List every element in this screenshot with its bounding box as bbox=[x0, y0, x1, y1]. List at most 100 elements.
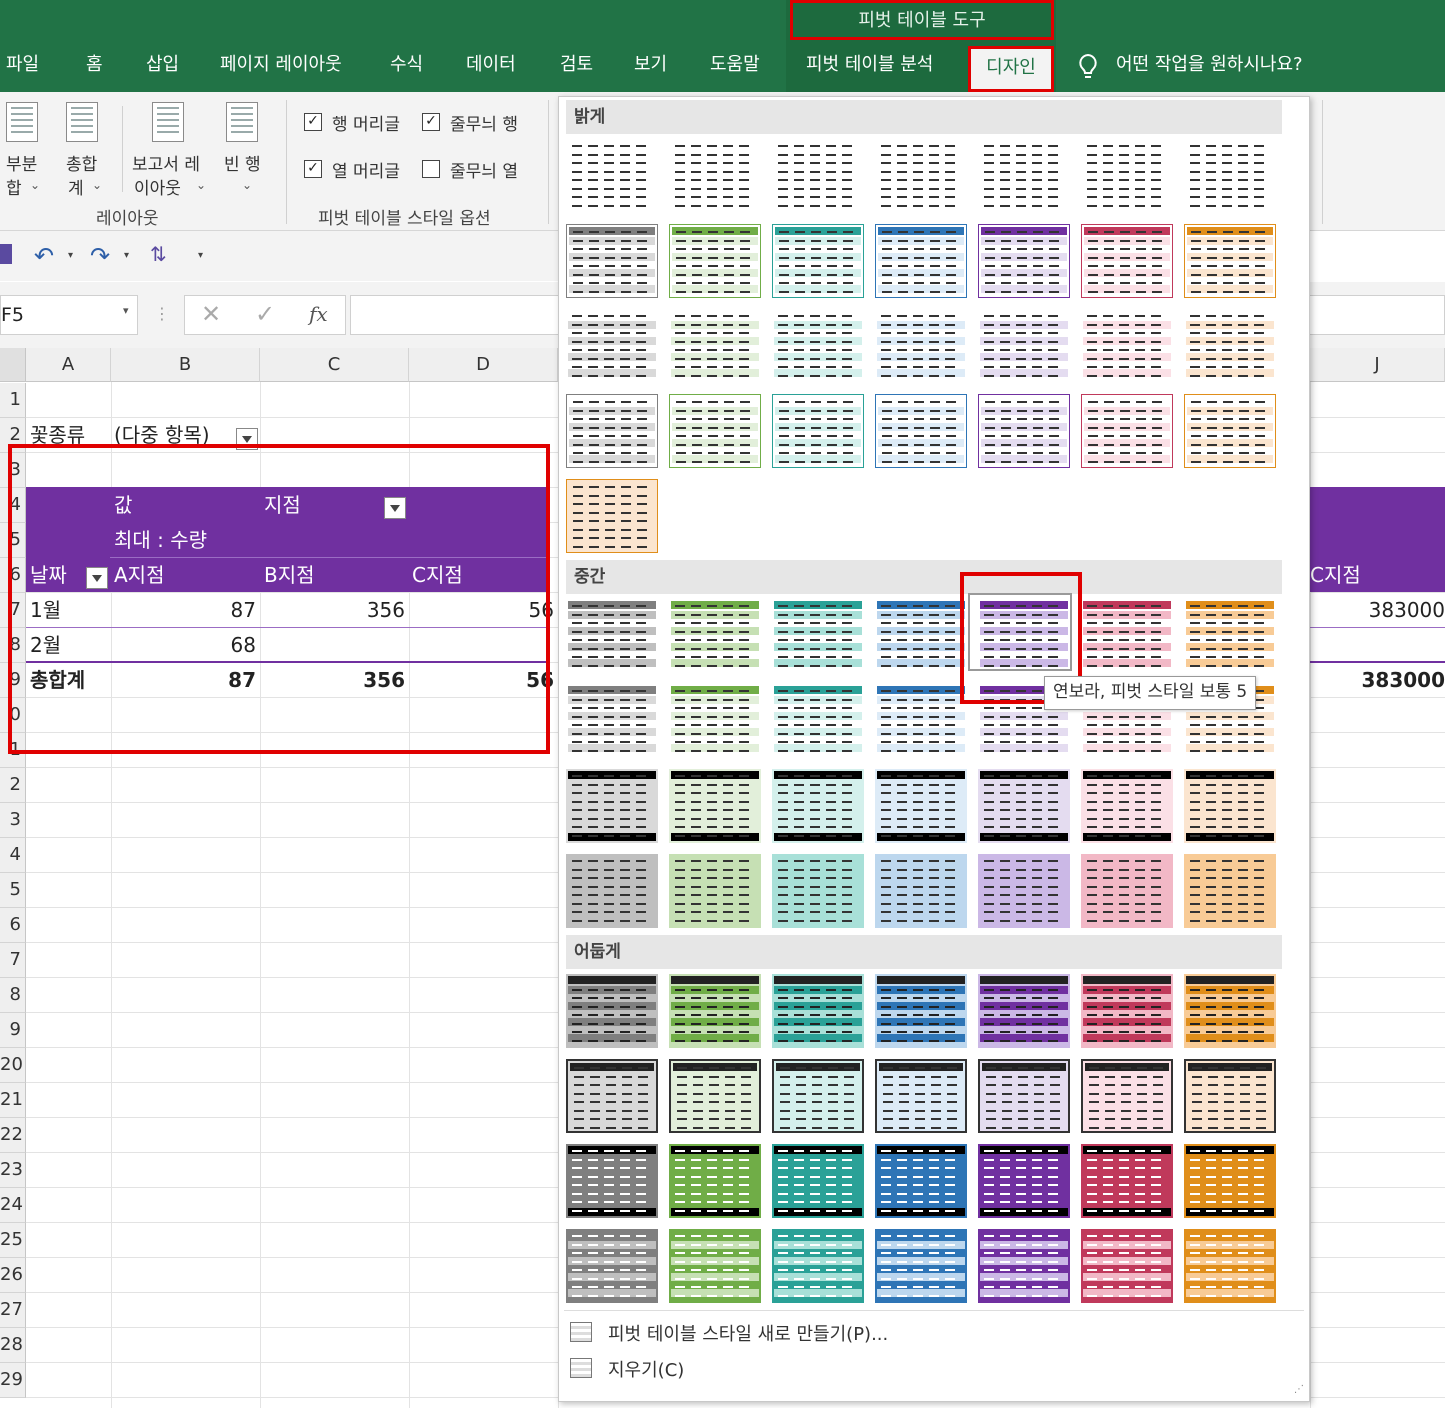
table-style-thumbnail[interactable] bbox=[566, 599, 658, 673]
table-style-thumbnail[interactable] bbox=[1184, 1229, 1276, 1303]
row-header[interactable]: 23 bbox=[0, 1153, 26, 1188]
table-style-thumbnail[interactable] bbox=[978, 1059, 1070, 1133]
table-style-thumbnail[interactable] bbox=[875, 684, 967, 758]
column-header-b[interactable]: B bbox=[111, 348, 260, 382]
table-style-thumbnail[interactable] bbox=[875, 309, 967, 383]
table-style-thumbnail[interactable] bbox=[1081, 1144, 1173, 1218]
row-header[interactable]: 1 bbox=[0, 383, 26, 418]
tab-insert[interactable]: 삽입 bbox=[146, 42, 179, 90]
tab-view[interactable]: 보기 bbox=[634, 42, 667, 90]
new-pivot-style-menu-item[interactable]: 피벗 테이블 스타일 새로 만들기(P)... bbox=[608, 1320, 888, 1346]
table-style-thumbnail[interactable] bbox=[1184, 139, 1276, 213]
row-header[interactable]: 29 bbox=[0, 1363, 26, 1398]
table-style-thumbnail[interactable] bbox=[978, 854, 1070, 928]
table-style-thumbnail[interactable] bbox=[1184, 394, 1276, 468]
row-header[interactable]: 5 bbox=[0, 873, 26, 908]
table-style-thumbnail[interactable] bbox=[772, 1229, 864, 1303]
row-header[interactable]: 21 bbox=[0, 1083, 26, 1118]
grand-totals-button[interactable]: 총합 bbox=[66, 150, 97, 175]
table-style-thumbnail[interactable] bbox=[669, 224, 761, 298]
clear-menu-item[interactable]: 지우기(C) bbox=[608, 1356, 684, 1382]
table-style-thumbnail[interactable] bbox=[1081, 599, 1173, 673]
table-style-thumbnail[interactable] bbox=[875, 599, 967, 673]
tell-me-search[interactable]: 어떤 작업을 원하시나요? bbox=[1116, 42, 1303, 90]
table-style-thumbnail[interactable] bbox=[772, 974, 864, 1048]
chevron-down-icon[interactable]: ▾ bbox=[68, 250, 73, 261]
table-style-thumbnail[interactable] bbox=[772, 854, 864, 928]
column-header-d[interactable]: D bbox=[409, 348, 558, 382]
subtotals-button[interactable]: 부분 bbox=[6, 150, 37, 175]
table-style-thumbnail[interactable] bbox=[772, 599, 864, 673]
name-box[interactable]: F5 ▾ bbox=[0, 295, 138, 335]
table-style-thumbnail[interactable] bbox=[669, 1229, 761, 1303]
table-style-thumbnail[interactable] bbox=[1081, 854, 1173, 928]
table-style-thumbnail[interactable] bbox=[875, 1144, 967, 1218]
row-header[interactable]: 27 bbox=[0, 1293, 26, 1328]
table-style-thumbnail[interactable] bbox=[669, 854, 761, 928]
table-style-thumbnail[interactable] bbox=[1081, 769, 1173, 843]
chevron-down-icon[interactable]: ▾ bbox=[124, 250, 129, 261]
row-header[interactable]: 2 bbox=[0, 768, 26, 803]
tab-file[interactable]: 파일 bbox=[6, 42, 39, 90]
table-style-thumbnail[interactable] bbox=[1184, 974, 1276, 1048]
table-style-thumbnail[interactable] bbox=[566, 854, 658, 928]
table-style-thumbnail[interactable] bbox=[566, 394, 658, 468]
table-style-thumbnail[interactable] bbox=[669, 394, 761, 468]
row-header[interactable]: 20 bbox=[0, 1048, 26, 1083]
table-style-thumbnail[interactable] bbox=[1184, 854, 1276, 928]
tab-review[interactable]: 검토 bbox=[560, 42, 593, 90]
cancel-icon[interactable]: ✕ bbox=[201, 300, 221, 328]
table-style-thumbnail[interactable] bbox=[566, 684, 658, 758]
redo-icon[interactable]: ↷ bbox=[90, 242, 110, 270]
row-headers-checkbox[interactable]: ✓ bbox=[304, 113, 322, 131]
table-style-thumbnail[interactable] bbox=[566, 224, 658, 298]
subtotals-button-line2[interactable]: 합 bbox=[6, 174, 22, 199]
table-style-thumbnail[interactable] bbox=[772, 1144, 864, 1218]
table-style-thumbnail[interactable] bbox=[669, 1059, 761, 1133]
row-header[interactable]: 8 bbox=[0, 978, 26, 1013]
table-style-thumbnail[interactable] bbox=[566, 139, 658, 213]
row-header[interactable]: 4 bbox=[0, 838, 26, 873]
table-style-thumbnail[interactable] bbox=[566, 1229, 658, 1303]
table-style-thumbnail[interactable] bbox=[566, 1144, 658, 1218]
table-style-thumbnail[interactable] bbox=[875, 974, 967, 1048]
table-style-thumbnail[interactable] bbox=[1184, 1059, 1276, 1133]
report-layout-button[interactable]: 보고서 레 bbox=[132, 150, 200, 175]
table-style-thumbnail[interactable] bbox=[772, 769, 864, 843]
report-layout-button-line2[interactable]: 이아웃 bbox=[134, 174, 181, 199]
table-style-thumbnail[interactable] bbox=[875, 1229, 967, 1303]
banded-rows-checkbox[interactable]: ✓ bbox=[422, 113, 440, 131]
table-style-thumbnail[interactable] bbox=[566, 1059, 658, 1133]
table-style-thumbnail[interactable] bbox=[1081, 224, 1173, 298]
tab-pivot-analyze[interactable]: 피벗 테이블 분석 bbox=[806, 42, 933, 90]
row-header[interactable]: 7 bbox=[0, 943, 26, 978]
table-style-thumbnail[interactable] bbox=[669, 309, 761, 383]
tab-formulas[interactable]: 수식 bbox=[390, 42, 423, 90]
table-style-thumbnail[interactable] bbox=[669, 139, 761, 213]
table-style-thumbnail[interactable] bbox=[669, 599, 761, 673]
table-style-thumbnail[interactable] bbox=[875, 394, 967, 468]
table-style-thumbnail[interactable] bbox=[978, 1229, 1070, 1303]
tab-page-layout[interactable]: 페이지 레이아웃 bbox=[220, 42, 342, 90]
row-header[interactable]: 25 bbox=[0, 1223, 26, 1258]
sort-icon[interactable]: ⇅ bbox=[150, 242, 167, 266]
table-style-thumbnail[interactable] bbox=[1081, 1229, 1173, 1303]
table-style-thumbnail[interactable] bbox=[1184, 769, 1276, 843]
table-style-thumbnail[interactable] bbox=[1081, 309, 1173, 383]
table-style-thumbnail[interactable] bbox=[772, 139, 864, 213]
undo-icon[interactable]: ↶ bbox=[34, 242, 54, 270]
row-header[interactable]: 26 bbox=[0, 1258, 26, 1293]
table-style-thumbnail[interactable] bbox=[566, 974, 658, 1048]
customize-qat-icon[interactable]: ▾ bbox=[198, 250, 203, 261]
table-style-thumbnail[interactable] bbox=[669, 974, 761, 1048]
table-style-thumbnail[interactable] bbox=[978, 394, 1070, 468]
table-style-thumbnail[interactable] bbox=[978, 139, 1070, 213]
table-style-thumbnail[interactable] bbox=[875, 1059, 967, 1133]
save-icon[interactable] bbox=[0, 244, 12, 264]
column-headers-checkbox[interactable]: ✓ bbox=[304, 160, 322, 178]
table-style-thumbnail[interactable] bbox=[1184, 599, 1276, 673]
table-style-thumbnail[interactable] bbox=[1081, 974, 1173, 1048]
row-header[interactable]: 3 bbox=[0, 803, 26, 838]
tab-design[interactable]: 디자인 bbox=[968, 46, 1054, 92]
table-style-thumbnail[interactable] bbox=[669, 1144, 761, 1218]
